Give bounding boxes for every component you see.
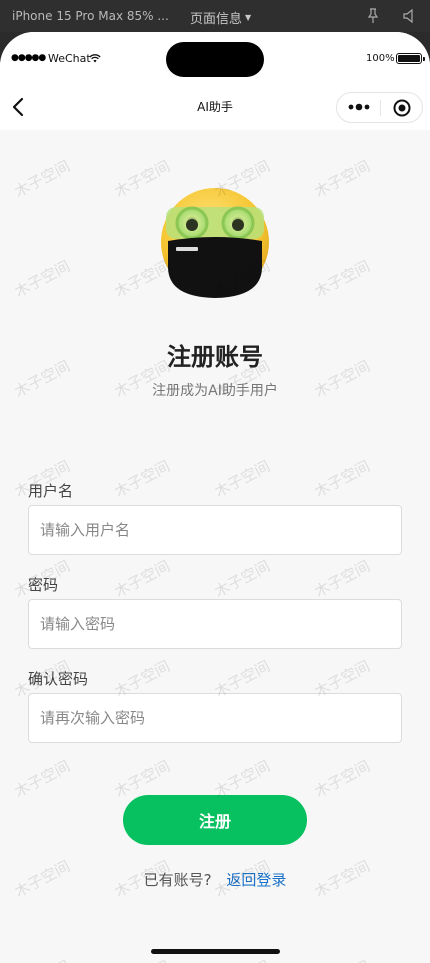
username-label: 用户名 xyxy=(28,482,74,500)
pin-icon[interactable] xyxy=(366,8,380,24)
capsule-target-icon[interactable] xyxy=(393,99,411,117)
password-input[interactable] xyxy=(28,599,402,649)
password-label: 密码 xyxy=(28,576,59,594)
page-info-label: 页面信息 xyxy=(190,12,243,27)
volume-icon[interactable] xyxy=(402,8,416,24)
back-to-login-link[interactable]: 返回登录 xyxy=(226,871,286,889)
confirm-password-label: 确认密码 xyxy=(28,670,89,688)
phone-screen: ●●●●● WeChat 100% AI助手 注册账号 注册成为AI助手用户 用… xyxy=(0,32,430,963)
dynamic-island xyxy=(166,42,264,77)
devtools-bar: iPhone 15 Pro Max 85% ... 页面信息 ▼ xyxy=(0,0,430,32)
capsule-divider xyxy=(380,100,381,116)
battery-icon xyxy=(396,53,425,64)
status-bar: ●●●●● WeChat 100% xyxy=(0,32,430,84)
device-selector[interactable]: iPhone 15 Pro Max 85% ... xyxy=(12,9,169,23)
register-button[interactable]: 注册 xyxy=(123,795,307,845)
register-page: 注册账号 注册成为AI助手用户 用户名 密码 确认密码 注册 已有账号? 返回登… xyxy=(0,130,430,963)
signal-strength: ●●●●● xyxy=(11,53,46,63)
carrier-name: WeChat xyxy=(48,52,91,65)
more-dots-icon[interactable] xyxy=(348,102,370,112)
confirm-password-input[interactable] xyxy=(28,693,402,743)
home-indicator xyxy=(151,949,280,954)
page-info-menu[interactable]: 页面信息 ▼ xyxy=(190,8,251,27)
username-input[interactable] xyxy=(28,505,402,555)
avatar-logo xyxy=(161,188,269,298)
nav-bar: AI助手 xyxy=(0,84,430,130)
page-subtitle: 注册成为AI助手用户 xyxy=(152,383,278,399)
menu-capsule xyxy=(336,92,423,123)
login-prompt: 已有账号? 返回登录 xyxy=(0,869,430,890)
has-account-text: 已有账号? xyxy=(143,871,212,889)
page-title: 注册账号 xyxy=(167,343,263,371)
caret-down-icon: ▼ xyxy=(245,13,252,22)
wifi-icon xyxy=(89,54,101,63)
battery-percent: 100% xyxy=(366,53,395,64)
